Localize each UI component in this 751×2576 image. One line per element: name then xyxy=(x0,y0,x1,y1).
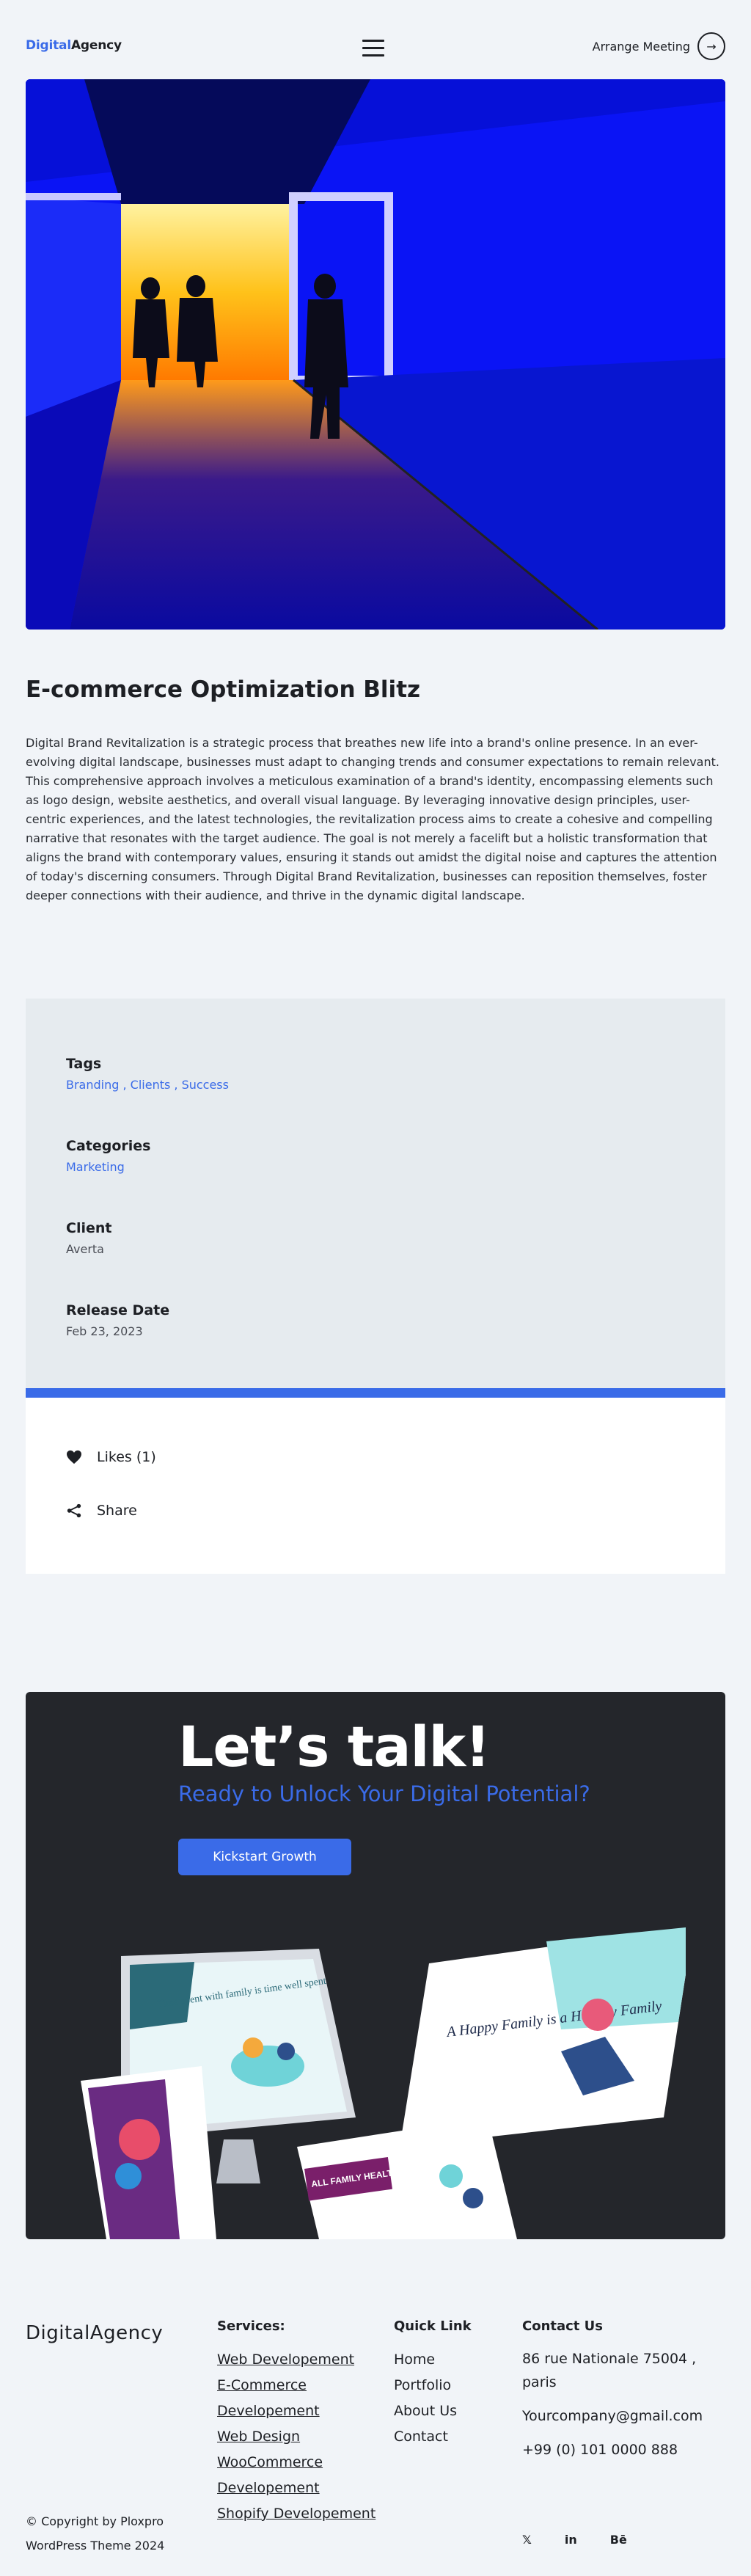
project-meta-panel: Tags Branding , Clients , Success Catego… xyxy=(26,999,725,1393)
meta-categories: Categories Marketing xyxy=(66,1138,150,1174)
project-actions-panel: Likes (1) Share xyxy=(26,1398,725,1574)
quick-link-portfolio[interactable]: Portfolio xyxy=(394,2373,511,2398)
quick-link-contact[interactable]: Contact xyxy=(394,2424,511,2450)
service-link-shopify[interactable]: Shopify Developement xyxy=(217,2501,378,2527)
site-logo[interactable]: DigitalAgency xyxy=(26,38,122,53)
footer-logo[interactable]: DigitalAgency xyxy=(26,2322,163,2344)
footer-services: Services: Web Developement E-Commerce De… xyxy=(217,2318,378,2527)
contact-phone[interactable]: +99 (0) 101 0000 888 xyxy=(522,2438,731,2462)
service-link-web-design[interactable]: Web Design xyxy=(217,2424,378,2450)
devices-mockup-illustration: Time spent with family is time well spen… xyxy=(81,1927,686,2239)
project-description: Digital Brand Revitalization is a strate… xyxy=(26,736,719,902)
category-link[interactable]: Marketing xyxy=(66,1160,150,1174)
footer-quick-links: Quick Link Home Portfolio About Us Conta… xyxy=(394,2318,511,2450)
release-date-label: Release Date xyxy=(66,1302,170,1318)
logo-accent: Digital xyxy=(26,38,71,53)
client-value: Averta xyxy=(66,1242,104,1256)
tags-links[interactable]: Branding , Clients , Success xyxy=(66,1078,229,1092)
behance-icon[interactable]: Bē xyxy=(610,2533,627,2547)
share-icon xyxy=(67,1503,81,1518)
accent-divider xyxy=(26,1388,725,1398)
client-label: Client xyxy=(66,1220,112,1236)
project-title: E-commerce Optimization Blitz xyxy=(26,676,421,703)
footer-contact: Contact Us 86 rue Nationale 75004 , pari… xyxy=(522,2318,731,2472)
likes-label: Likes (1) xyxy=(97,1449,156,1465)
release-date-value: Feb 23, 2023 xyxy=(66,1324,143,1338)
likes-button[interactable]: Likes (1) xyxy=(66,1449,156,1465)
contact-email[interactable]: Yourcompany@gmail.com xyxy=(522,2404,731,2428)
hamburger-icon[interactable] xyxy=(362,40,384,57)
twitter-icon[interactable]: 𝕏 xyxy=(522,2533,532,2547)
services-title: Services: xyxy=(217,2318,285,2334)
categories-label: Categories xyxy=(66,1138,151,1154)
kickstart-growth-button[interactable]: Kickstart Growth xyxy=(178,1839,351,1875)
share-label: Share xyxy=(97,1503,137,1519)
service-link-ecommerce[interactable]: E-Commerce Developement xyxy=(217,2373,378,2424)
quick-link-about-us[interactable]: About Us xyxy=(394,2398,511,2424)
linkedin-icon[interactable]: in xyxy=(565,2533,577,2547)
arrange-meeting-label: Arrange Meeting xyxy=(592,39,690,54)
quick-link-home[interactable]: Home xyxy=(394,2347,511,2373)
copyright-text: © Copyright by Ploxpro WordPress Theme 2… xyxy=(26,2514,165,2553)
cta-heading: Let’s talk! xyxy=(178,1714,491,1779)
project-hero-image xyxy=(26,79,725,630)
tags-label: Tags xyxy=(66,1056,102,1072)
share-button[interactable]: Share xyxy=(66,1503,137,1519)
meta-client: Client Averta xyxy=(66,1220,111,1256)
meta-release-date: Release Date Feb 23, 2023 xyxy=(66,1302,169,1338)
arrow-right-icon: → xyxy=(697,32,725,60)
cta-subheading: Ready to Unlock Your Digital Potential? xyxy=(178,1781,590,1806)
arrange-meeting-button[interactable]: Arrange Meeting → xyxy=(593,32,725,60)
service-link-web-developement[interactable]: Web Developement xyxy=(217,2347,378,2373)
meta-tags: Tags Branding , Clients , Success xyxy=(66,1056,229,1092)
service-link-woocommerce[interactable]: WooCommerce Developement xyxy=(217,2450,378,2501)
cta-section: Let’s talk! Ready to Unlock Your Digital… xyxy=(26,1692,725,2239)
contact-address: 86 rue Nationale 75004 , paris xyxy=(522,2351,697,2390)
logo-rest: Agency xyxy=(70,38,122,53)
quick-link-title: Quick Link xyxy=(394,2318,472,2334)
social-links: 𝕏 in Bē xyxy=(522,2533,627,2547)
contact-title: Contact Us xyxy=(522,2318,604,2334)
heart-icon xyxy=(67,1450,81,1464)
